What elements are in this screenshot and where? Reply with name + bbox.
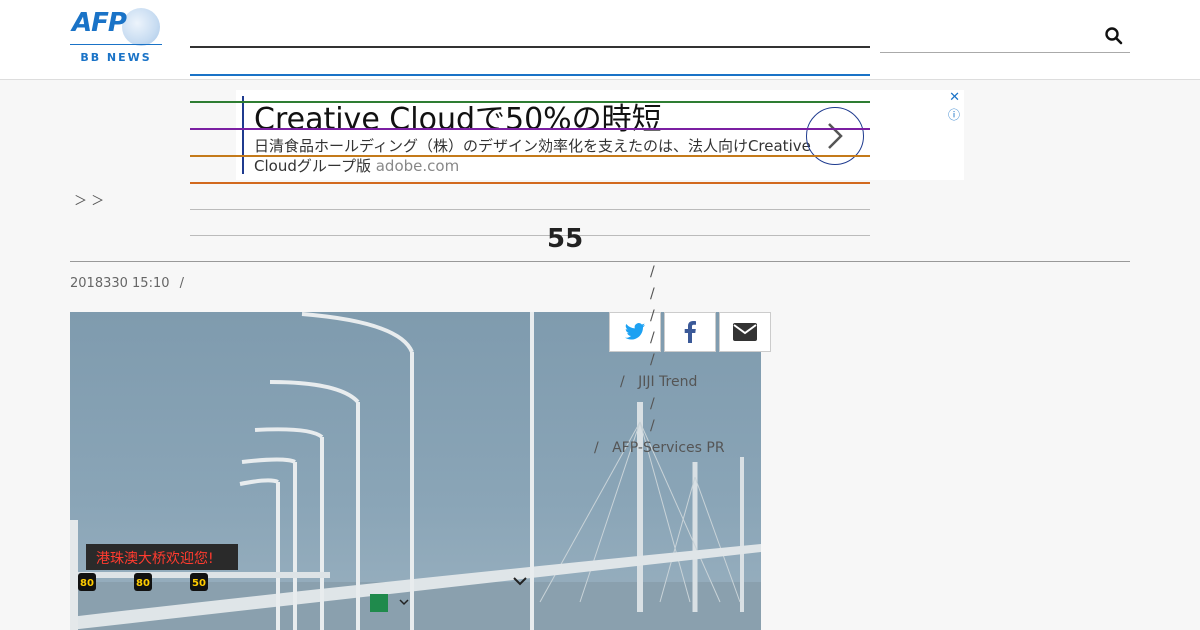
nav-rule-green xyxy=(190,101,870,103)
sidebar-link-8[interactable]: / xyxy=(650,418,655,434)
bridge-photo-illustration: 港珠澳大桥欢迎您! 80 80 50 xyxy=(70,312,761,630)
meta-separator: / xyxy=(179,276,185,291)
article-date: 2018330 15:10 xyxy=(70,276,170,291)
nav-rule-purple xyxy=(190,128,870,130)
share-email-button[interactable] xyxy=(719,312,771,352)
logo-afp-text: AFP xyxy=(72,8,127,38)
speed-sign-2: 80 xyxy=(136,578,150,589)
close-icon[interactable]: ✕ xyxy=(949,90,960,105)
envelope-icon xyxy=(733,323,757,341)
twitter-icon xyxy=(624,323,646,340)
speed-sign-3: 50 xyxy=(192,578,206,589)
speed-sign-1: 80 xyxy=(80,578,94,589)
advertisement-banner[interactable]: Creative Cloudで50%の時短 日清食品ホールディング（株）のデザイ… xyxy=(236,90,964,180)
sidebar-link-5[interactable]: / xyxy=(650,352,655,368)
logo-bbnews-text: BB NEWS xyxy=(70,44,162,64)
globe-icon xyxy=(122,8,160,46)
sidebar-link-4[interactable]: / xyxy=(650,330,655,346)
share-facebook-button[interactable] xyxy=(664,312,716,352)
photo-led-sign: 港珠澳大桥欢迎您! xyxy=(96,550,214,567)
sidebar-link-7[interactable]: / xyxy=(650,396,655,412)
nav-rule-orange xyxy=(190,155,870,157)
ad-domain[interactable]: adobe.com xyxy=(376,157,459,175)
search-input[interactable] xyxy=(880,20,1130,53)
article-title: 55 xyxy=(70,224,636,254)
search-icon[interactable] xyxy=(1104,26,1124,46)
article-photo[interactable]: 港珠澳大桥欢迎您! 80 80 50 xyxy=(70,312,761,630)
ad-accent-bar xyxy=(242,96,244,174)
sidebar-link-2[interactable]: / xyxy=(650,286,655,302)
sidebar-link-3[interactable]: / xyxy=(650,308,655,324)
title-divider xyxy=(70,261,1130,262)
chevron-right-icon xyxy=(828,123,843,149)
nav-rule-grey-1 xyxy=(190,209,870,210)
sidebar-link-afp-services-pr[interactable]: / AFP-Services PR xyxy=(594,440,725,456)
info-icon[interactable]: ⓘ xyxy=(948,106,960,123)
article-meta: 2018330 15:10 / xyxy=(70,276,184,291)
breadcrumb[interactable]: ＞ ＞ xyxy=(74,190,104,209)
nav-rule-1 xyxy=(190,46,870,48)
sidebar-link-jiji-trend[interactable]: / JIJI Trend xyxy=(620,374,697,390)
sidebar-link-1[interactable]: / xyxy=(650,264,655,280)
facebook-icon xyxy=(684,321,696,343)
site-header: AFP BB NEWS xyxy=(0,0,1200,80)
nav-rule-2 xyxy=(190,74,870,76)
nav-rule-orange-2 xyxy=(190,182,870,184)
afpbb-logo[interactable]: AFP BB NEWS xyxy=(70,8,162,64)
